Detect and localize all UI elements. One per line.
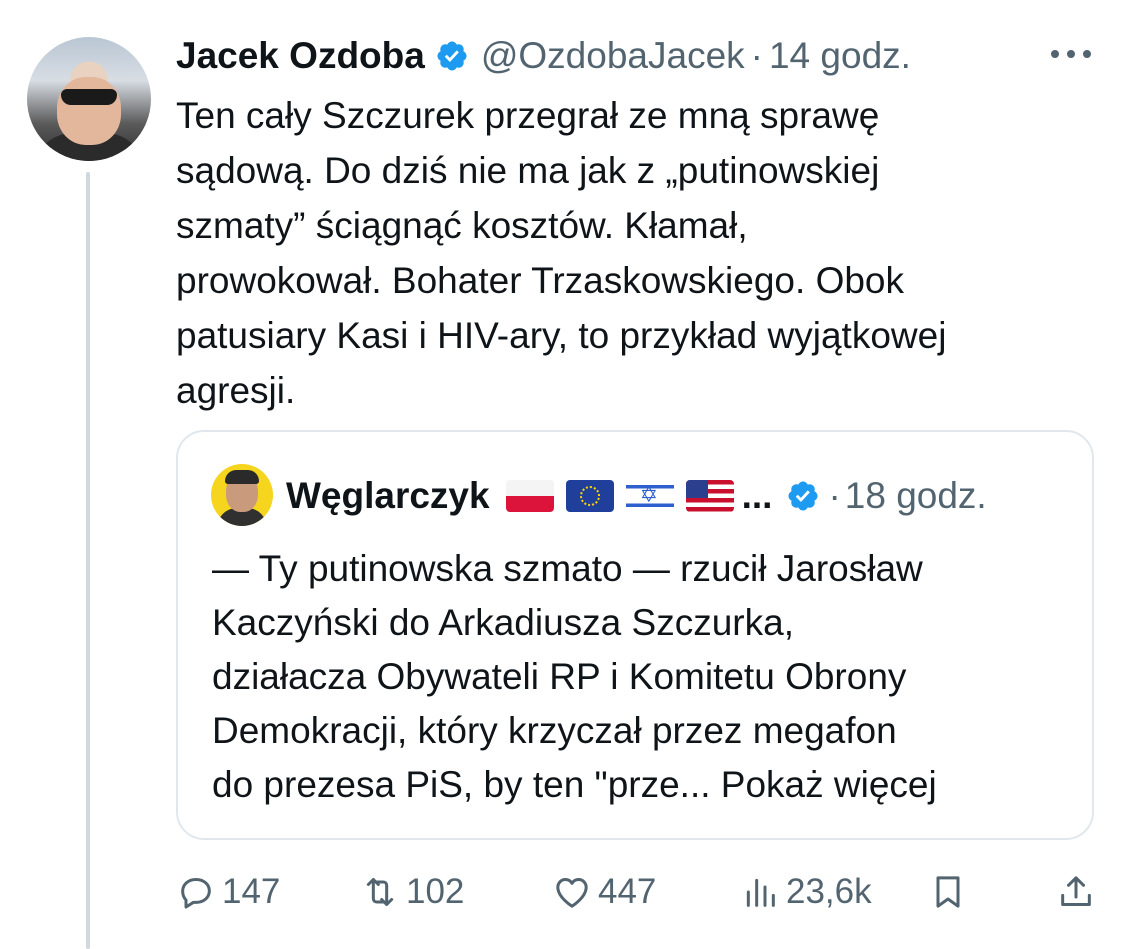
bookmark-icon (936, 876, 960, 908)
name-overflow-ellipsis: ... (741, 475, 773, 516)
tweet-timestamp[interactable]: 14 godz. (769, 35, 911, 77)
retweet-icon (366, 878, 394, 906)
tweet-header: Jacek Ozdoba @OzdobaJacek · 14 godz. (176, 28, 911, 84)
views-button[interactable]: 23,6k (740, 862, 872, 922)
israel-flag-icon (625, 480, 674, 512)
reply-icon (181, 878, 211, 909)
like-icon (556, 878, 588, 908)
tweet-detail: Jacek Ozdoba @OzdobaJacek · 14 godz. Ten… (0, 0, 1125, 949)
more-icon[interactable] (1051, 42, 1091, 66)
share-icon (1061, 876, 1091, 906)
poland-flag-icon (505, 480, 554, 512)
author-avatar[interactable] (27, 37, 151, 161)
quoted-author-avatar[interactable] (211, 464, 273, 526)
quoted-tweet-card[interactable]: Węglarczyk ... · 18 godz. — Ty putinowsk… (176, 430, 1094, 840)
author-handle[interactable]: @OzdobaJacek (481, 35, 745, 77)
retweet-button[interactable]: 102 (360, 862, 464, 922)
share-button[interactable] (1056, 862, 1096, 922)
verified-badge-icon (788, 481, 818, 511)
like-button[interactable]: 447 (552, 862, 656, 922)
reply-count: 147 (222, 872, 281, 911)
verified-badge-icon (437, 41, 467, 71)
quoted-tweet-text: — Ty putinowska szmato — rzucił Jarosław… (212, 548, 937, 805)
quoted-header-separator: · (828, 475, 841, 516)
quoted-author-name[interactable]: Węglarczyk (286, 475, 490, 517)
view-count: 23,6k (786, 872, 872, 911)
views-icon (746, 878, 775, 907)
retweet-count: 102 (406, 872, 465, 911)
quoted-tweet-header: Węglarczyk ... · 18 godz. (286, 468, 987, 524)
quoted-tweet-timestamp[interactable]: 18 godz. (845, 475, 987, 517)
usa-flag-icon (685, 480, 734, 512)
bookmark-button[interactable] (928, 862, 968, 922)
reply-button[interactable]: 147 (176, 862, 280, 922)
thread-line (86, 172, 90, 949)
eu-flag-icon (565, 480, 614, 512)
action-bar: 147 102 447 23,6k (176, 862, 1096, 922)
header-separator: · (750, 35, 763, 76)
tweet-text: Ten cały Szczurek przegrał ze mną sprawę… (176, 95, 947, 411)
author-name[interactable]: Jacek Ozdoba (176, 35, 425, 77)
like-count: 447 (598, 872, 657, 911)
